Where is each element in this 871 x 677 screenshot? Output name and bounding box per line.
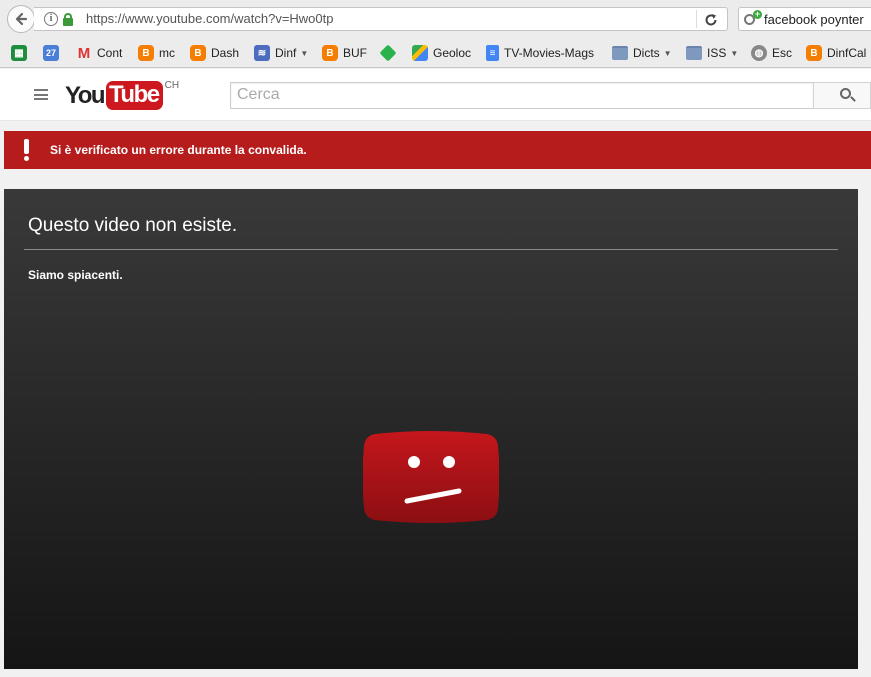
bookmark-label: BUF xyxy=(343,46,367,60)
search-engine-icon[interactable]: + xyxy=(744,10,762,28)
spreadsheet-icon: ▦ xyxy=(11,45,27,61)
error-alert-banner: Si è verificato un errore durante la con… xyxy=(4,131,871,169)
bookmark-label: mc xyxy=(159,46,175,60)
bookmark-tv-movies-mags[interactable]: ≡ TV-Movies-Mags xyxy=(486,43,594,63)
bookmark-dinfcal[interactable]: B DinfCal xyxy=(806,43,866,63)
error-title: Questo video non esiste. xyxy=(28,215,238,236)
browser-toolbar: i https://www.youtube.com/watch?v=Hwo0tp… xyxy=(0,0,871,38)
address-bar[interactable]: i https://www.youtube.com/watch?v=Hwo0tp xyxy=(34,7,728,31)
maps-icon xyxy=(412,45,428,61)
url-divider xyxy=(696,10,697,28)
youtube-header: You Tube CH Cerca xyxy=(0,69,871,121)
divider xyxy=(24,249,838,250)
bookmark-label: Geoloc xyxy=(433,46,472,60)
bookmark-label: Cont xyxy=(97,46,123,60)
bookmark-dinf[interactable]: ≋ Dinf ▼ xyxy=(254,43,308,63)
alert-message: Si è verificato un errore durante la con… xyxy=(50,143,307,157)
bookmark-label: DinfCal xyxy=(827,46,867,60)
back-button[interactable] xyxy=(7,5,35,33)
bookmark-cont[interactable]: M Cont xyxy=(76,43,123,63)
blogger-icon: B xyxy=(806,45,822,61)
logo-you-text: You xyxy=(65,82,106,109)
bookmark-label: Dash xyxy=(211,46,240,60)
browser-search-text[interactable]: facebook poynter xyxy=(764,12,864,27)
search-input[interactable]: Cerca xyxy=(230,82,814,109)
bookmark-label: Esc xyxy=(772,46,793,60)
bookmark-buf[interactable]: B BUF xyxy=(322,43,367,63)
lock-icon xyxy=(63,13,73,26)
bookmark-label: ISS xyxy=(707,46,727,60)
calendar-icon: 27 xyxy=(43,45,59,61)
globe-icon: ◍ xyxy=(751,45,767,61)
feedly-icon xyxy=(380,45,396,61)
hamburger-menu-icon[interactable] xyxy=(34,89,48,100)
reload-icon[interactable] xyxy=(704,9,718,32)
bookmarks-bar: ▦ 27 M Cont Bmc B Dash ≋ Dinf ▼ B BUF Geoloc … xyxy=(0,38,871,68)
bookmark-label: TV-Movies-Mags xyxy=(504,46,595,60)
exclamation-icon xyxy=(23,139,29,161)
youtube-logo[interactable]: You Tube CH xyxy=(65,80,180,111)
logo-tube-text: Tube xyxy=(106,81,163,110)
bookmark-label: Dicts xyxy=(633,46,660,60)
bookmark-feedly[interactable] xyxy=(380,43,401,63)
bookmark-iss[interactable]: ISS ▼ xyxy=(686,43,738,63)
gmail-icon: M xyxy=(77,44,91,62)
browser-search-box[interactable]: + facebook poynter xyxy=(738,7,871,31)
bookmark-dicts[interactable]: Dicts ▼ xyxy=(612,43,672,63)
blogger-icon: B xyxy=(138,45,154,61)
url-text[interactable]: https://www.youtube.com/watch?v=Hwo0tp xyxy=(86,11,333,26)
sad-tv-icon xyxy=(363,431,499,523)
bookmark-spreadsheet[interactable]: ▦ xyxy=(11,43,32,63)
rss-icon: ≋ xyxy=(254,45,270,61)
bookmark-mc[interactable]: Bmc xyxy=(138,43,175,63)
bookmark-esc[interactable]: ◍ Esc xyxy=(751,43,792,63)
bookmark-label: Dinf xyxy=(275,46,297,60)
bookmark-calendar[interactable]: 27 xyxy=(43,43,64,63)
bookmark-geoloc[interactable]: Geoloc xyxy=(412,43,471,63)
docs-icon: ≡ xyxy=(486,45,499,61)
bookmark-dash[interactable]: B Dash xyxy=(190,43,239,63)
folder-icon xyxy=(686,45,702,61)
search-placeholder: Cerca xyxy=(237,86,280,103)
info-icon[interactable]: i xyxy=(44,12,58,26)
blogger-icon: B xyxy=(322,45,338,61)
chevron-down-icon: ▼ xyxy=(300,48,309,58)
back-arrow-icon xyxy=(15,12,28,26)
search-button[interactable] xyxy=(813,82,871,109)
blogger-icon: B xyxy=(190,45,206,61)
chevron-down-icon: ▼ xyxy=(730,48,739,58)
region-code: CH xyxy=(164,80,180,91)
folder-icon xyxy=(612,45,628,61)
chevron-down-icon: ▼ xyxy=(663,48,672,58)
video-player-error: Questo video non esiste. Siamo spiacenti… xyxy=(4,189,858,669)
error-subtitle: Siamo spiacenti. xyxy=(28,268,123,282)
